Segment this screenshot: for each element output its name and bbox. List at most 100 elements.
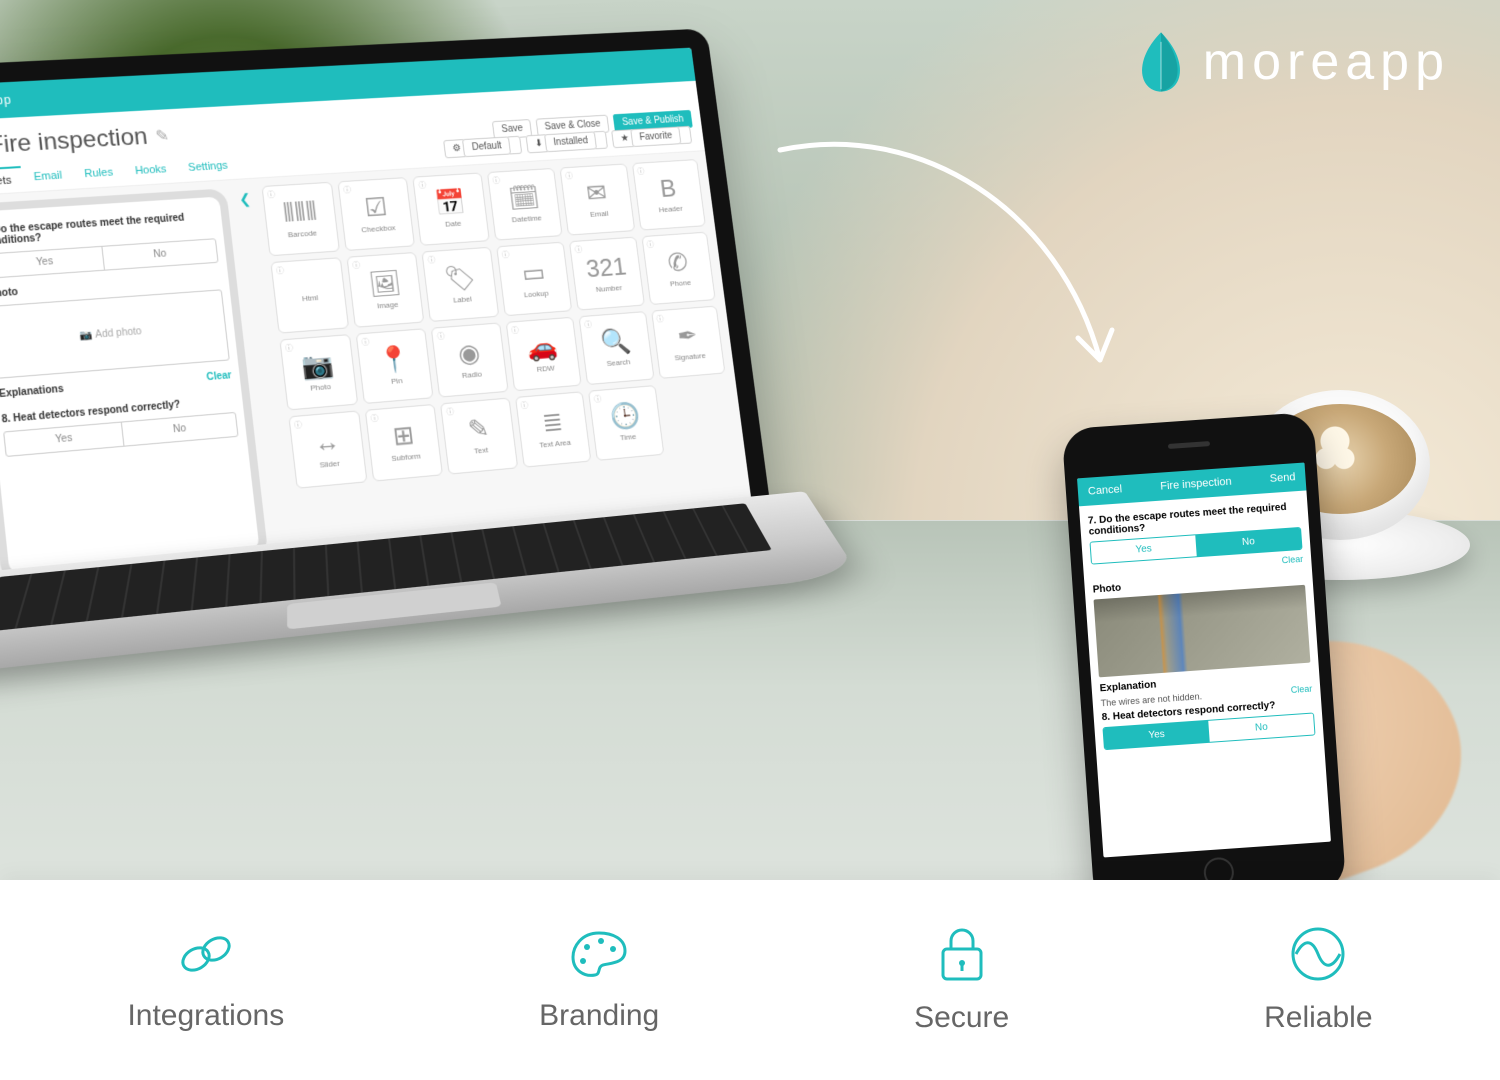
link-icon [174, 927, 238, 981]
widget-label: Image [376, 300, 398, 310]
widget-datetime[interactable]: ⓘ 🗓 Datetime [487, 168, 563, 241]
phone-photo-thumbnail[interactable] [1094, 585, 1311, 678]
info-icon[interactable]: ⓘ [436, 330, 445, 341]
phone-icon: ✆ [666, 249, 689, 275]
info-icon[interactable]: ⓘ [520, 400, 529, 411]
tab-rules[interactable]: Rules [73, 160, 125, 189]
info-icon[interactable]: ⓘ [584, 319, 593, 330]
info-icon[interactable]: ⓘ [352, 260, 361, 271]
info-icon[interactable]: ⓘ [646, 240, 655, 251]
lookup-icon: ▭ [520, 259, 546, 285]
datetime-icon: 🗓 [507, 184, 541, 211]
tab-email[interactable]: Email [22, 163, 73, 192]
wave-icon [1286, 925, 1350, 983]
info-icon[interactable]: ⓘ [370, 413, 379, 424]
feature-strip: Integrations Branding Secure Reliable [0, 880, 1500, 1080]
preview-explanations-label: Explanations [0, 384, 64, 400]
info-icon[interactable]: ⓘ [593, 394, 602, 405]
app-brand: moreapp [0, 92, 23, 110]
info-icon[interactable]: ⓘ [361, 336, 370, 347]
edit-icon[interactable]: ✎ [154, 125, 170, 145]
info-icon[interactable]: ⓘ [343, 184, 352, 195]
widget-label: Email [590, 209, 609, 219]
pin-icon: 📍 [377, 345, 411, 373]
widget-time[interactable]: ⓘ 🕒 Time [588, 385, 664, 460]
widget-subform[interactable]: ⓘ⊞Subform [365, 404, 443, 481]
laptop-mockup: moreapp 🗎 Fire inspection ✎ Widgets Emai… [0, 25, 855, 764]
text-icon: ✎ [467, 415, 491, 442]
info-icon[interactable]: ⓘ [656, 313, 665, 324]
date-icon: 📅 [434, 189, 468, 216]
brand-logo: moreapp [1137, 30, 1450, 94]
widget-label: Radio [461, 370, 482, 380]
widget-label[interactable]: ⓘ🏷Label [422, 247, 499, 322]
widget-image[interactable]: ⓘ🖼Image [347, 252, 425, 327]
feature-secure: Secure [914, 925, 1009, 1035]
widget-number[interactable]: ⓘ321Number [569, 237, 644, 310]
info-icon[interactable]: ⓘ [267, 189, 276, 200]
widget-photo[interactable]: ⓘ📷Photo [279, 334, 358, 411]
widget-header[interactable]: ⓘBHeader [632, 159, 706, 231]
widget-html[interactable]: ⓘHtml [270, 258, 349, 334]
widget-text[interactable]: ⓘ✎Text [440, 398, 518, 474]
feature-integrations: Integrations [127, 927, 284, 1033]
widget-label: Datetime [511, 214, 542, 225]
palette-icon [567, 927, 631, 981]
widget-checkbox[interactable]: ⓘ☑Checkbox [338, 177, 416, 251]
widget-signature[interactable]: ⓘ✒Signature [651, 305, 726, 379]
form-preview: 7. Do the escape routes meet the require… [0, 188, 268, 581]
widget-lookup[interactable]: ⓘ▭Lookup [496, 242, 572, 316]
info-icon[interactable]: ⓘ [446, 406, 455, 417]
widget-palette: ⓘ⦀⦀⦀Barcodeⓘ☑Checkboxⓘ📅Dateⓘ🗓Datetimeⓘ✉E… [261, 159, 743, 552]
info-icon[interactable]: ⓘ [637, 166, 646, 177]
preview-add-photo[interactable]: 📷 Add photo [0, 289, 230, 378]
widget-text-area[interactable]: ⓘ ≣ Text Area [515, 391, 592, 467]
search-icon: 🔍 [599, 328, 632, 355]
info-icon[interactable]: ⓘ [501, 250, 510, 261]
time-icon: 🕒 [609, 402, 642, 429]
tab-hooks[interactable]: Hooks [124, 157, 178, 186]
widget-label: Date [445, 219, 462, 229]
widget-radio[interactable]: ⓘ ◉ Radio [431, 322, 508, 398]
widget-date[interactable]: ⓘ 📅 Date [413, 172, 490, 246]
filter-default[interactable]: ⚙ Default [443, 136, 523, 159]
label-icon: 🏷 [443, 264, 477, 291]
phone-cancel-button[interactable]: Cancel [1088, 483, 1123, 497]
widget-barcode[interactable]: ⓘ⦀⦀⦀Barcode [261, 182, 340, 257]
rdw-icon: 🚗 [526, 333, 559, 360]
widget-pin[interactable]: ⓘ📍Pin [356, 328, 434, 404]
widget-email[interactable]: ⓘ ✉ Email [560, 163, 635, 235]
info-icon[interactable]: ⓘ [294, 419, 303, 431]
widget-phone[interactable]: ⓘ ✆ Phone [641, 232, 716, 305]
info-icon[interactable]: ⓘ [276, 266, 285, 277]
text-area-icon: ≣ [541, 409, 565, 436]
info-icon[interactable]: ⓘ [492, 175, 501, 186]
widget-rdw[interactable]: ⓘ🚗RDW [505, 316, 581, 391]
collapse-chevron-icon[interactable]: ❮ [234, 187, 256, 213]
info-icon[interactable]: ⓘ [511, 325, 520, 336]
info-icon[interactable]: ⓘ [574, 245, 583, 256]
widget-label: Text Area [539, 438, 571, 450]
radio-icon: ◉ [457, 340, 482, 367]
tab-settings[interactable]: Settings [177, 153, 239, 182]
info-icon[interactable]: ⓘ [427, 255, 436, 266]
number-icon: 321 [585, 253, 628, 280]
widget-label: Time [619, 432, 636, 442]
widget-label: Signature [674, 351, 706, 362]
filter-installed[interactable]: ⬇ Installed [525, 131, 608, 154]
preview-clear-link[interactable]: Clear [206, 370, 232, 383]
widget-search[interactable]: ⓘ🔍Search [579, 311, 655, 385]
filter-favorite[interactable]: ★ Favorite [611, 126, 692, 148]
tab-widgets[interactable]: Widgets [0, 166, 23, 196]
widget-slider[interactable]: ⓘ↔Slider [288, 411, 367, 489]
barcode-icon: ⦀⦀⦀ [282, 199, 318, 226]
phone-send-button[interactable]: Send [1269, 471, 1295, 485]
info-icon[interactable]: ⓘ [565, 171, 574, 182]
widget-label: Subform [391, 452, 421, 463]
phone-mockup: Cancel Fire inspection Send 7. Do the es… [1062, 412, 1347, 908]
widget-label: Phone [669, 278, 691, 288]
phone-explanation-clear[interactable]: Clear [1290, 684, 1312, 695]
info-icon[interactable]: ⓘ [284, 342, 293, 353]
email-icon: ✉ [585, 180, 608, 206]
info-icon[interactable]: ⓘ [418, 180, 427, 191]
